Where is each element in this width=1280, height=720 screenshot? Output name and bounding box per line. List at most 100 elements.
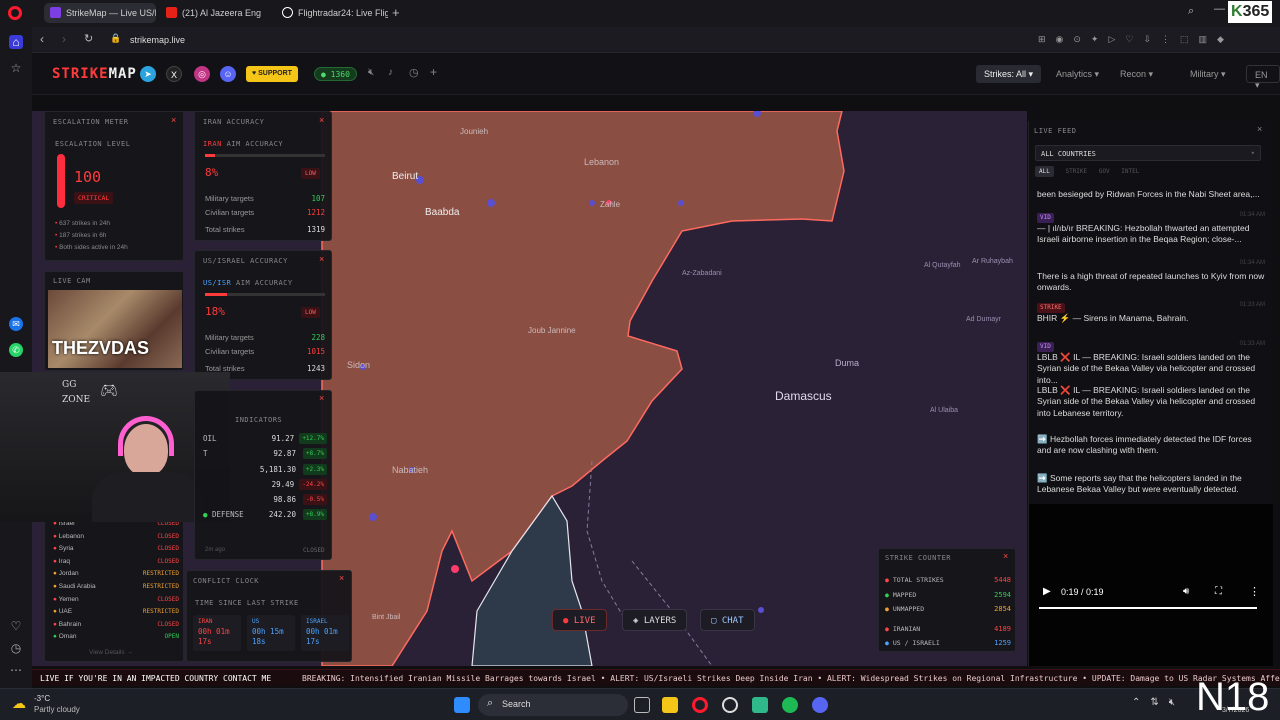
close-icon[interactable]: × — [319, 115, 324, 125]
indicator-value: 242.20 — [268, 510, 296, 520]
heart-icon[interactable]: ♡ — [9, 619, 23, 633]
feed-tab-all[interactable]: ALL — [1035, 166, 1054, 177]
iran-strike-dot — [451, 565, 459, 573]
feed-tab-gov[interactable]: GOV — [1099, 168, 1110, 175]
counter-label: ● IRANIAN — [885, 624, 921, 633]
support-button[interactable]: ♥ SUPPORT — [246, 66, 298, 82]
feed-tab-intel[interactable]: INTEL — [1121, 168, 1139, 175]
flightradar-favicon-icon — [282, 7, 293, 18]
language-dropdown[interactable]: EN ▾ — [1246, 65, 1280, 90]
feed-item[interactable]: VID 01:34 AM — | ıl/ıb/ır BREAKING: Hezbol… — [1037, 211, 1265, 246]
add-icon[interactable]: + — [430, 65, 437, 79]
close-icon[interactable]: × — [1003, 551, 1008, 561]
telegram-icon[interactable]: ➤ — [140, 66, 156, 82]
counter-value: 2854 — [994, 605, 1011, 613]
clock-icon[interactable]: ◷ — [409, 66, 419, 79]
map-label-sidon: Sidon — [347, 360, 371, 370]
browser-toolbar-icons[interactable]: ⊞◉⊙✦▷♡⇩⋮⬚▥◆ — [1038, 34, 1234, 45]
counter-value: 5448 — [994, 576, 1011, 584]
x-icon[interactable]: X — [166, 66, 182, 82]
stat-row: Total strikes 1319 — [205, 225, 325, 234]
feed-item[interactable]: VID 01:33 AM LBLB ❌ IL — BREAKING: Israeli… — [1037, 340, 1265, 386]
search-tabs-icon[interactable]: ⌕ — [1188, 5, 1194, 18]
us-accuracy-bar-fill — [205, 293, 227, 296]
minimize-icon[interactable]: — — [1214, 3, 1225, 15]
windows-start-icon[interactable] — [454, 697, 470, 713]
airspace-status: CLOSED — [157, 532, 179, 540]
live-button[interactable]: ● LIVE — [552, 609, 607, 631]
browser-tab-bar: StrikeMap — Live US/Israel (21) Al Jazee… — [0, 0, 1280, 27]
feed-text: LBLB ❌ IL — BREAKING: Israeli soldiers l… — [1037, 385, 1256, 418]
close-icon[interactable]: × — [319, 254, 324, 264]
feed-item[interactable]: ➡️ Hezbollah forces immediately detected… — [1037, 434, 1265, 457]
file-explorer-icon[interactable] — [662, 697, 678, 713]
opera-taskbar-icon[interactable] — [692, 697, 708, 713]
url-field[interactable]: strikemap.live — [130, 35, 185, 45]
layers-button[interactable]: ◈ LAYERS — [622, 609, 688, 631]
messenger-icon[interactable]: ✉ — [9, 317, 23, 331]
opera-logo-icon[interactable] — [8, 6, 22, 20]
conflict-clock-panel: CONFLICT CLOCK × TIME SINCE LAST STRIKE … — [186, 570, 352, 662]
feed-video[interactable]: ▶ 0:19 / 0:19 🔊︎ ⛶ ⋮ — [1029, 504, 1273, 666]
conflict-clock-title: CONFLICT CLOCK — [193, 577, 260, 585]
spotify-icon[interactable] — [782, 697, 798, 713]
live-cam-video[interactable]: THEZVDAS — [48, 290, 182, 368]
iran-accuracy-panel: IRAN ACCURACY × IRAN AIM ACCURACY 8% LOW… — [194, 111, 332, 241]
app-taskbar-icon[interactable] — [722, 697, 738, 713]
taskbar-search[interactable]: ⌕ Search — [478, 694, 628, 716]
mute-icon[interactable]: 🔇︎ — [368, 67, 374, 78]
play-icon[interactable]: ▶ — [1043, 586, 1051, 597]
forward-icon[interactable]: › — [62, 32, 66, 46]
indicator-change: +8.7% — [302, 448, 327, 460]
tab-flightradar[interactable]: Flightradar24: Live Flight T — [276, 3, 388, 23]
discord-icon[interactable]: ☺ — [220, 66, 236, 82]
back-icon[interactable]: ‹ — [40, 32, 44, 46]
strikes-filter-dropdown[interactable]: Strikes: All ▾ — [976, 65, 1042, 83]
task-view-icon[interactable] — [634, 697, 650, 713]
feed-text: There is a high threat of repeated launc… — [1037, 271, 1265, 293]
chat-button[interactable]: ▢ CHAT — [700, 609, 755, 631]
video-progress-bar[interactable] — [1039, 607, 1257, 609]
close-icon[interactable]: × — [339, 573, 344, 583]
weather-icon[interactable]: ☁ — [12, 695, 26, 712]
feed-item[interactable]: 01:34 AM There is a high threat of repeat… — [1037, 259, 1265, 294]
live-cam-panel: LIVE CAM THEZVDAS — [44, 271, 184, 371]
feed-item[interactable]: ➡️ Some reports say that the helicopters… — [1037, 473, 1265, 496]
close-icon[interactable]: × — [319, 393, 324, 403]
discord-taskbar-icon[interactable] — [812, 697, 828, 713]
feed-tab-strike[interactable]: STRIKE — [1065, 168, 1087, 175]
strikemap-logo[interactable]: STRIKEMAP — [52, 66, 137, 82]
escalation-gauge-fill — [57, 154, 65, 208]
country-filter-dropdown[interactable]: ALL COUNTRIES ▾ — [1035, 145, 1261, 161]
fullscreen-icon[interactable]: ⛶ — [1215, 586, 1222, 597]
tray-icons[interactable]: ⌃⇅🔇︎ — [1132, 697, 1185, 708]
us-accuracy-title: US/ISRAEL ACCURACY — [203, 257, 288, 265]
whatsapp-icon[interactable]: ✆ — [9, 343, 23, 357]
feed-item[interactable]: been besieged by Ridwan Forces in the Na… — [1037, 189, 1265, 200]
view-details-link[interactable]: View Details → — [89, 649, 133, 656]
feed-item[interactable]: STRIKE 01:33 AM BHIR ⚡ — Sirens in Manama,… — [1037, 301, 1265, 324]
feed-close-icon[interactable]: × — [1257, 124, 1262, 134]
airspace-row: ● Bahrain CLOSED — [53, 619, 179, 632]
instagram-icon[interactable]: ◎ — [194, 66, 210, 82]
close-icon[interactable]: × — [171, 115, 176, 125]
recon-dropdown[interactable]: Recon ▾ — [1112, 65, 1161, 83]
analytics-dropdown[interactable]: Analytics ▾ — [1048, 65, 1107, 83]
star-icon[interactable]: ☆ — [9, 61, 23, 75]
reload-icon[interactable]: ↻ — [84, 32, 93, 45]
tab-aljazeera[interactable]: (21) Al Jazeera Eng — [160, 3, 272, 23]
more-icon[interactable]: ⋯ — [9, 663, 23, 677]
volume-icon[interactable]: 🔊︎ — [1183, 586, 1189, 597]
new-tab-plus-icon[interactable]: + — [392, 5, 400, 20]
feed-item[interactable]: LBLB ❌ IL — BREAKING: Israeli soldiers l… — [1037, 385, 1265, 419]
history-icon[interactable]: ◷ — [9, 641, 23, 655]
video-menu-icon[interactable]: ⋮ — [1249, 585, 1260, 598]
live-dot-icon: ● — [563, 616, 569, 626]
military-dropdown[interactable]: Military ▾ — [1182, 65, 1234, 83]
tab-strikemap[interactable]: StrikeMap — Live US/Israel — [44, 3, 156, 23]
bell-icon[interactable]: ♪ — [388, 67, 393, 78]
lock-icon: 🔒 — [110, 33, 122, 43]
chat-app-taskbar-icon[interactable] — [752, 697, 768, 713]
indicator-label: T — [203, 449, 208, 459]
home-icon[interactable]: ⌂ — [9, 35, 23, 49]
